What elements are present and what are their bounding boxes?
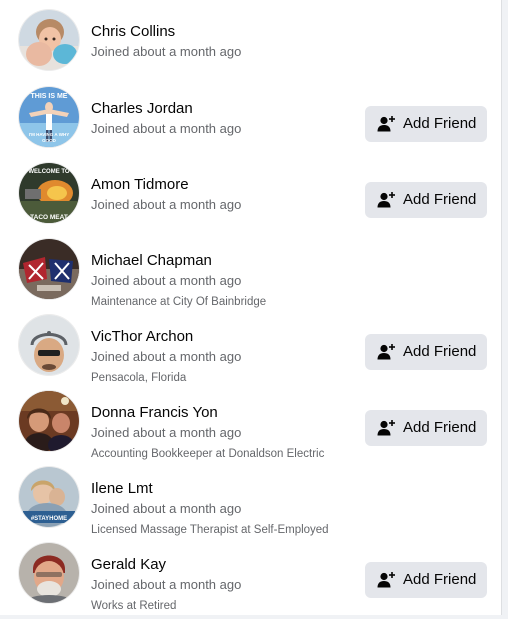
add-friend-button[interactable]: Add Friend xyxy=(365,182,487,218)
avatar[interactable]: WELCOME TO TACO MEAT xyxy=(19,163,79,223)
member-location-text: Pensacola, Florida xyxy=(91,372,187,384)
add-friend-icon xyxy=(377,572,395,588)
member-joined-text: Joined about a month ago xyxy=(91,121,242,136)
member-row: Gerald Kay Joined about a month ago Work… xyxy=(0,543,502,619)
member-joined-text: Joined about a month ago xyxy=(91,197,242,212)
avatar-caption-bottom-2: GOOD xyxy=(42,138,57,143)
add-friend-label: Add Friend xyxy=(403,191,477,208)
member-name[interactable]: Donna Francis Yon xyxy=(91,403,218,423)
member-joined-text: Joined about a month ago xyxy=(91,425,242,440)
member-joined-text: Joined about a month ago xyxy=(91,44,242,59)
member-row: #STAYHOME Ilene Lmt Joined about a month… xyxy=(0,467,502,543)
avatar-caption-bottom: TACO MEAT xyxy=(30,214,68,221)
member-name[interactable]: Charles Jordan xyxy=(91,99,193,119)
member-name[interactable]: Amon Tidmore xyxy=(91,175,189,195)
add-friend-button[interactable]: Add Friend xyxy=(365,410,487,446)
avatar-caption-top: THIS IS ME xyxy=(31,93,68,100)
member-row: Donna Francis Yon Joined about a month a… xyxy=(0,391,502,467)
avatar[interactable] xyxy=(19,239,79,299)
member-joined-text: Joined about a month ago xyxy=(91,577,242,592)
avatar-caption-sign: #STAYHOME xyxy=(31,516,67,522)
member-name[interactable]: Ilene Lmt xyxy=(91,479,153,499)
member-detail-text: Maintenance at City Of Bainbridge xyxy=(91,296,267,308)
avatar[interactable] xyxy=(19,543,79,603)
member-name[interactable]: Chris Collins xyxy=(91,22,175,42)
member-joined-text: Joined about a month ago xyxy=(91,501,242,516)
add-friend-label: Add Friend xyxy=(403,343,477,360)
avatar[interactable] xyxy=(19,391,79,451)
avatar[interactable] xyxy=(19,10,79,70)
members-list: Chris Collins Joined about a month ago T… xyxy=(0,0,502,615)
add-friend-button[interactable]: Add Friend xyxy=(365,106,487,142)
member-row: VicThor Archon Joined about a month ago … xyxy=(0,315,502,391)
member-joined-text: Joined about a month ago xyxy=(91,273,242,288)
member-work-text: Works at Retired xyxy=(91,600,177,612)
add-friend-icon xyxy=(377,420,395,436)
member-name[interactable]: Gerald Kay xyxy=(91,555,166,575)
add-friend-icon xyxy=(377,344,395,360)
add-friend-label: Add Friend xyxy=(403,115,477,132)
avatar[interactable] xyxy=(19,315,79,375)
member-name[interactable]: Michael Chapman xyxy=(91,251,212,271)
avatar-caption-top: WELCOME TO xyxy=(28,169,70,175)
member-name[interactable]: VicThor Archon xyxy=(91,327,193,347)
member-row: Michael Chapman Joined about a month ago… xyxy=(0,239,502,315)
avatar[interactable]: THIS IS ME I'M HAVING A WHY GOOD xyxy=(19,87,79,147)
add-friend-button[interactable]: Add Friend xyxy=(365,562,487,598)
add-friend-icon xyxy=(377,192,395,208)
add-friend-label: Add Friend xyxy=(403,419,477,436)
member-joined-text: Joined about a month ago xyxy=(91,349,242,364)
add-friend-label: Add Friend xyxy=(403,571,477,588)
member-work-text: Licensed Massage Therapist at Self-Emplo… xyxy=(91,524,329,536)
member-row: THIS IS ME I'M HAVING A WHY GOOD Charles… xyxy=(0,87,502,163)
avatar-caption-bottom: I'M HAVING A WHY xyxy=(29,132,69,137)
add-friend-icon xyxy=(377,116,395,132)
member-row: WELCOME TO TACO MEAT Amon Tidmore Joined… xyxy=(0,163,502,239)
avatar[interactable]: #STAYHOME xyxy=(19,467,79,527)
member-row: Chris Collins Joined about a month ago xyxy=(0,10,502,86)
member-work-text: Accounting Bookkeeper at Donaldson Elect… xyxy=(91,448,325,460)
add-friend-button[interactable]: Add Friend xyxy=(365,334,487,370)
